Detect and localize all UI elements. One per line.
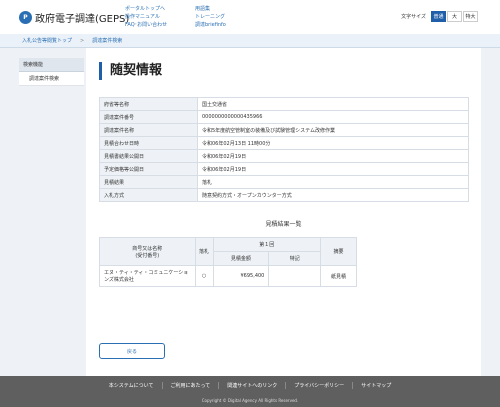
column-summary: 摘要 [320,237,357,266]
info-value: 令和06年02月13日 11時00分 [197,136,469,150]
cell-win: ○ [194,265,214,287]
info-row: 府省等名称 国土交通省 [99,97,469,111]
header-nav-secondary: 用語集 トレーニング 調達briefinfo [195,5,226,29]
info-label: 調達案件番号 [99,110,198,124]
cell-company: エヌ・ティ・ティ・コミュニケーションズ株式会社 [99,265,196,287]
sidebar-item-procurement-search[interactable]: 調達案件検索 [19,72,84,86]
info-label: 見積合わせ日時 [99,136,198,150]
copyright: Copyright © Digital Agency All Rights Re… [201,398,299,403]
info-value: 0000000000000435966 [197,110,469,124]
site-footer: 本システムについて ご利用にあたって 関連サイトへのリンク プライバシーポリシー… [0,376,500,407]
estimate-result-table: 商号又は名称 (受付番号) 落札 第１回 摘要 見積金額 特記 エヌ・ティ・ティ… [99,237,357,287]
column-win: 落札 [194,237,214,266]
font-size-normal-button[interactable]: 普通 [431,11,446,22]
footer-link-about[interactable]: 本システムについて [101,382,162,389]
info-label: 入札方式 [99,188,198,202]
manual-link[interactable]: 操作マニュアル [125,13,167,21]
font-size-switcher: 文字サイズ 普通 大 特大 [401,11,478,22]
info-value: 国土交通省 [197,97,469,111]
portal-top-link[interactable]: ポータルトップへ [125,5,167,13]
glossary-link[interactable]: 用語集 [195,5,226,13]
training-link[interactable]: トレーニング [195,13,226,21]
info-label: 調達案件名称 [99,123,198,137]
info-row: 入札方式 随意契約方式・オープンカウンター方式 [99,188,469,202]
footer-links: 本システムについて ご利用にあたって 関連サイトへのリンク プライバシーポリシー… [0,382,500,389]
breadcrumb-item-top[interactable]: 入札公告等閲覧トップ [22,37,72,44]
breadcrumb-separator-icon: > [80,37,85,44]
sidebar: 検索機能 調達案件検索 [19,58,84,86]
geps-logo-icon: P [19,11,32,24]
info-row: 予定価格等公開日 令和06年02月19日 [99,162,469,176]
font-size-large-button[interactable]: 大 [447,11,462,22]
font-size-xlarge-button[interactable]: 特大 [463,11,478,22]
page-body: 検索機能 調達案件検索 随契情報 府省等名称 国土交通省 調達案件番号 0000000… [0,48,500,376]
site-title: 政府電子調達(GEPS) [35,14,130,25]
faq-link[interactable]: FAQ･お問い合わせ [125,21,167,29]
procurement-info-link[interactable]: 調達briefinfo [195,21,226,29]
page-title: 随契情報 [99,62,162,80]
info-row: 見積結果 落札 [99,175,469,189]
main-content: 随契情報 府省等名称 国土交通省 調達案件番号 0000000000000435966… [86,48,481,376]
sidebar-heading: 検索機能 [19,58,84,72]
info-label: 見積書結果公開日 [99,149,198,163]
font-size-label: 文字サイズ [401,14,426,20]
column-remarks: 特記 [268,251,322,266]
back-button[interactable]: 戻る [99,343,165,359]
breadcrumb-item-search[interactable]: 調達案件検索 [92,37,122,44]
breadcrumb: 入札公告等閲覧トップ > 調達案件検索 [0,34,500,48]
cell-amount: ¥695,400 [212,265,270,287]
info-value: 令和5年度航空管制室の装備及び試験管理システム改修作業 [197,123,469,137]
footer-link-privacy[interactable]: プライバシーポリシー [285,382,352,389]
info-value: 随意契約方式・オープンカウンター方式 [197,188,469,202]
info-row: 見積合わせ日時 令和06年02月13日 11時00分 [99,136,469,150]
site-logo[interactable]: P 政府電子調達(GEPS) [19,10,129,25]
table-row: エヌ・ティ・ティ・コミュニケーションズ株式会社 ○ ¥695,400 紙見積 [99,265,357,287]
info-value: 落札 [197,175,469,189]
info-row: 見積書結果公開日 令和06年02月19日 [99,149,469,163]
result-list-title: 見積結果一覧 [265,221,302,228]
site-header: P 政府電子調達(GEPS) ポータルトップへ 操作マニュアル FAQ･お問い合… [0,0,500,34]
contract-info-table: 府省等名称 国土交通省 調達案件番号 0000000000000435966 調達案件名… [99,97,469,202]
info-row: 調達案件名称 令和5年度航空管制室の装備及び試験管理システム改修作業 [99,123,469,137]
info-value: 令和06年02月19日 [197,162,469,176]
column-company: 商号又は名称 (受付番号) [99,237,196,266]
footer-link-related[interactable]: 関連サイトへのリンク [218,382,285,389]
info-label: 見積結果 [99,175,198,189]
footer-link-sitemap[interactable]: サイトマップ [352,382,399,389]
footer-link-usage[interactable]: ご利用にあたって [161,382,219,389]
header-nav-primary: ポータルトップへ 操作マニュアル FAQ･お問い合わせ [125,5,167,29]
column-round: 第１回 [212,237,322,252]
cell-remarks [268,265,322,287]
info-row: 調達案件番号 0000000000000435966 [99,110,469,124]
info-value: 令和06年02月19日 [197,149,469,163]
info-label: 府省等名称 [99,97,198,111]
column-amount: 見積金額 [212,251,270,266]
cell-summary: 紙見積 [320,265,357,287]
info-label: 予定価格等公開日 [99,162,198,176]
